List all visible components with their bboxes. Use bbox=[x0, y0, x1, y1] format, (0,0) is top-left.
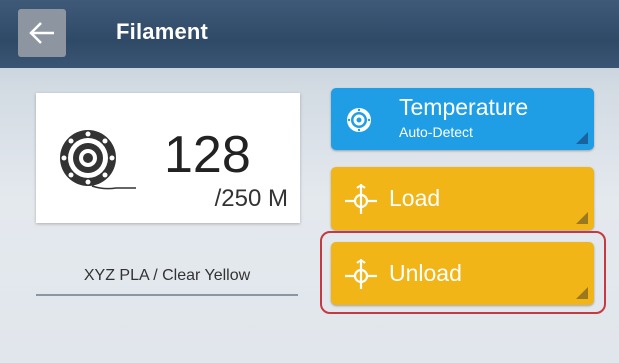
load-button[interactable]: Load bbox=[331, 167, 594, 230]
filament-capacity: /250 M bbox=[214, 185, 288, 212]
temperature-label: Temperature bbox=[399, 94, 529, 120]
temperature-sublabel: Auto-Detect bbox=[399, 124, 473, 140]
corner-triangle-icon bbox=[576, 212, 588, 224]
arrow-left-icon bbox=[29, 22, 54, 44]
top-bar: Filament bbox=[0, 0, 619, 68]
load-label: Load bbox=[389, 185, 441, 211]
filament-icon bbox=[345, 184, 377, 214]
corner-triangle-icon bbox=[576, 132, 588, 144]
temperature-button[interactable]: Temperature Auto-Detect bbox=[331, 88, 594, 150]
spool-icon bbox=[347, 108, 371, 132]
divider bbox=[36, 294, 298, 296]
page-title: Filament bbox=[116, 19, 209, 44]
filament-status-card: 128 /250 M bbox=[36, 93, 300, 223]
unload-highlight-box bbox=[320, 231, 606, 314]
back-button[interactable] bbox=[18, 9, 66, 57]
filament-spool-icon bbox=[60, 130, 136, 190]
filament-material-label: XYZ PLA / Clear Yellow bbox=[83, 267, 251, 284]
filament-remaining: 128 bbox=[164, 126, 251, 184]
